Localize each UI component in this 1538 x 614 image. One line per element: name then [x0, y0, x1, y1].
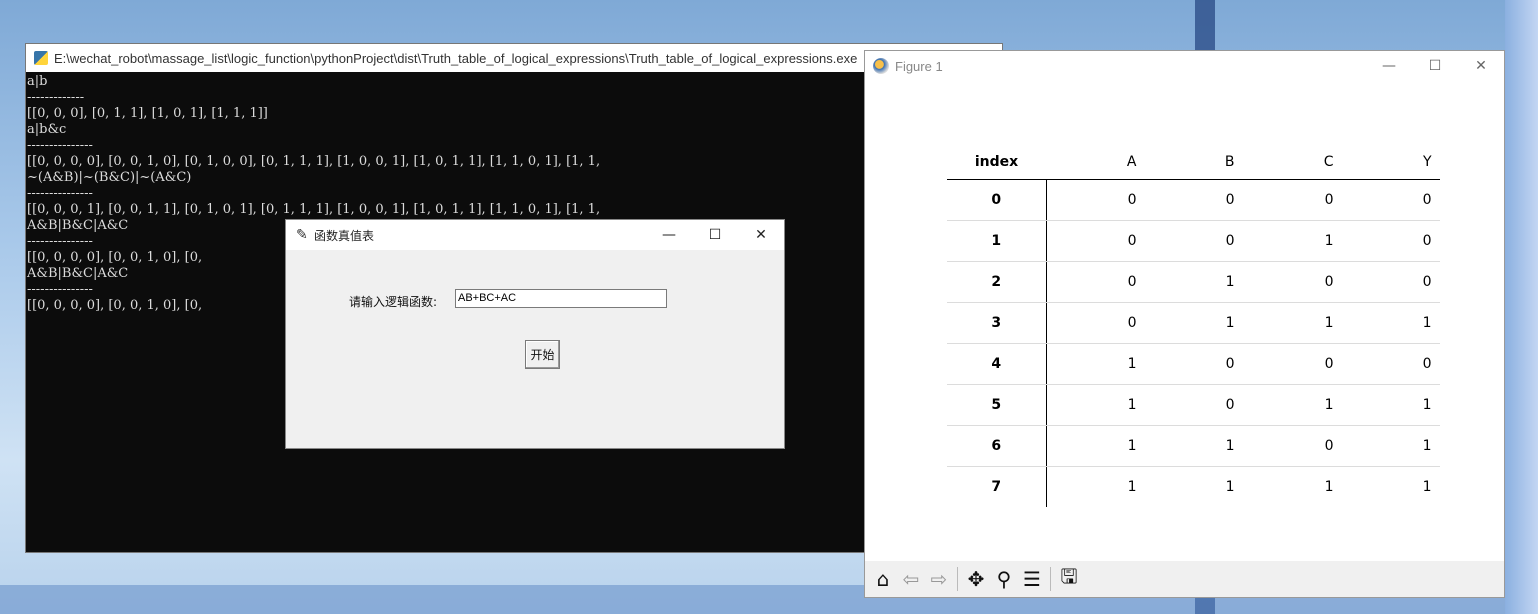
cell-a: 0: [1046, 261, 1137, 303]
row-index: 0: [947, 179, 1047, 221]
figure-titlebar[interactable]: Figure 1 — ☐ ✕: [865, 51, 1504, 81]
row-index: 7: [947, 466, 1047, 507]
cell-a: 0: [1046, 302, 1137, 344]
cell-b: 0: [1136, 384, 1235, 426]
console-title: E:\wechat_robot\massage_list\logic_funct…: [54, 50, 858, 66]
minimize-button[interactable]: —: [1366, 51, 1412, 81]
python-app-icon: [34, 51, 48, 65]
cell-c: 0: [1234, 343, 1334, 385]
column-header-a: A: [1046, 145, 1137, 180]
cell-y: 1: [1333, 425, 1440, 467]
cell-b: 1: [1136, 425, 1235, 467]
function-input[interactable]: AB+BC+AC: [455, 289, 667, 308]
cell-c: 1: [1234, 302, 1334, 344]
column-header-c: C: [1234, 145, 1334, 180]
table-row: 00000: [947, 179, 1440, 221]
maximize-button[interactable]: ☐: [1412, 51, 1458, 81]
start-button[interactable]: 开始: [525, 340, 560, 369]
cell-y: 1: [1422, 479, 1432, 495]
truth-table-area: index A B C Y 00000100102010030111410005…: [947, 145, 1440, 507]
table-row: 51011: [947, 384, 1440, 426]
table-row: 7 1 1 1 1: [947, 466, 1440, 507]
table-row: 10010: [947, 220, 1440, 262]
cell-y: 0: [1333, 179, 1440, 221]
cell-y: 1: [1333, 384, 1440, 426]
cell-y: 0: [1333, 343, 1440, 385]
cell-b: 1: [1136, 261, 1235, 303]
configure-subplots-icon[interactable]: ☰: [1018, 565, 1046, 593]
table-row: 41000: [947, 343, 1440, 385]
close-button[interactable]: ✕: [1458, 51, 1504, 81]
cell-c: 0: [1234, 261, 1334, 303]
cell-a: 0: [1046, 179, 1137, 221]
column-header-b: B: [1136, 145, 1235, 180]
cell-b: 1: [1136, 302, 1235, 344]
save-icon[interactable]: 🖫: [1055, 564, 1083, 593]
pan-icon[interactable]: ✥: [962, 565, 990, 593]
cell-y: 0: [1333, 261, 1440, 303]
row-index: 5: [947, 384, 1047, 426]
truth-table: index A B C Y 00000100102010030111410005…: [947, 145, 1440, 507]
cell-c: 0: [1234, 179, 1334, 221]
home-icon[interactable]: ⌂: [869, 565, 897, 593]
feather-icon: ✎: [296, 227, 308, 243]
figure-window[interactable]: Figure 1 — ☐ ✕ index A B C Y 00000100102…: [864, 50, 1505, 598]
cell-c: 1: [1234, 220, 1334, 262]
function-input-label: 请输入逻辑函数:: [349, 295, 438, 309]
console-titlebar[interactable]: E:\wechat_robot\massage_list\logic_funct…: [26, 44, 1002, 72]
cell-a: 1: [1046, 384, 1137, 426]
figure-title: Figure 1: [895, 58, 943, 74]
toolbar-separator: [1050, 567, 1051, 591]
matplotlib-icon: [873, 58, 889, 74]
minimize-button[interactable]: —: [646, 220, 692, 250]
close-button[interactable]: ✕: [738, 220, 784, 250]
row-index: 3: [947, 302, 1047, 344]
column-header-y: Y: [1333, 145, 1440, 180]
row-index: 2: [947, 261, 1047, 303]
cell-y: 1: [1333, 302, 1440, 344]
toolbar-separator: [957, 567, 958, 591]
table-row: 20100: [947, 261, 1440, 303]
figure-window-controls: — ☐ ✕: [1366, 51, 1504, 81]
figure-toolbar: ⌂ ⇦ ⇨ ✥ ⚲ ☰ 🖫: [865, 561, 1504, 597]
dialog-title: 函数真值表: [314, 228, 375, 243]
maximize-button[interactable]: ☐: [692, 220, 738, 250]
truth-table-dialog[interactable]: ✎ 函数真值表 — ☐ ✕ 请输入逻辑函数: AB+BC+AC 开始: [285, 219, 785, 449]
row-index: 1: [947, 220, 1047, 262]
cell-b: 0: [1136, 220, 1235, 262]
cell-a: 1: [1127, 479, 1137, 495]
cell-a: 1: [1046, 425, 1137, 467]
cell-y: 0: [1333, 220, 1440, 262]
forward-icon[interactable]: ⇨: [925, 565, 953, 593]
table-header-row: index A B C Y: [947, 145, 1440, 180]
cell-a: 1: [1046, 343, 1137, 385]
back-icon[interactable]: ⇦: [897, 565, 925, 593]
column-header-index: index: [947, 145, 1046, 180]
cell-a: 0: [1046, 220, 1137, 262]
row-index: 6: [947, 425, 1047, 467]
cell-b: 1: [1225, 479, 1235, 495]
cell-c: 0: [1234, 425, 1334, 467]
cell-b: 0: [1136, 179, 1235, 221]
cell-c: 1: [1324, 479, 1334, 495]
table-row: 61101: [947, 425, 1440, 467]
cell-b: 0: [1136, 343, 1235, 385]
zoom-icon[interactable]: ⚲: [990, 565, 1018, 593]
cell-c: 1: [1234, 384, 1334, 426]
row-index: 4: [947, 343, 1047, 385]
background-art: [1505, 0, 1538, 614]
table-row: 30111: [947, 302, 1440, 344]
dialog-window-controls: — ☐ ✕: [646, 220, 784, 250]
dialog-titlebar[interactable]: ✎ 函数真值表 — ☐ ✕: [286, 220, 784, 250]
